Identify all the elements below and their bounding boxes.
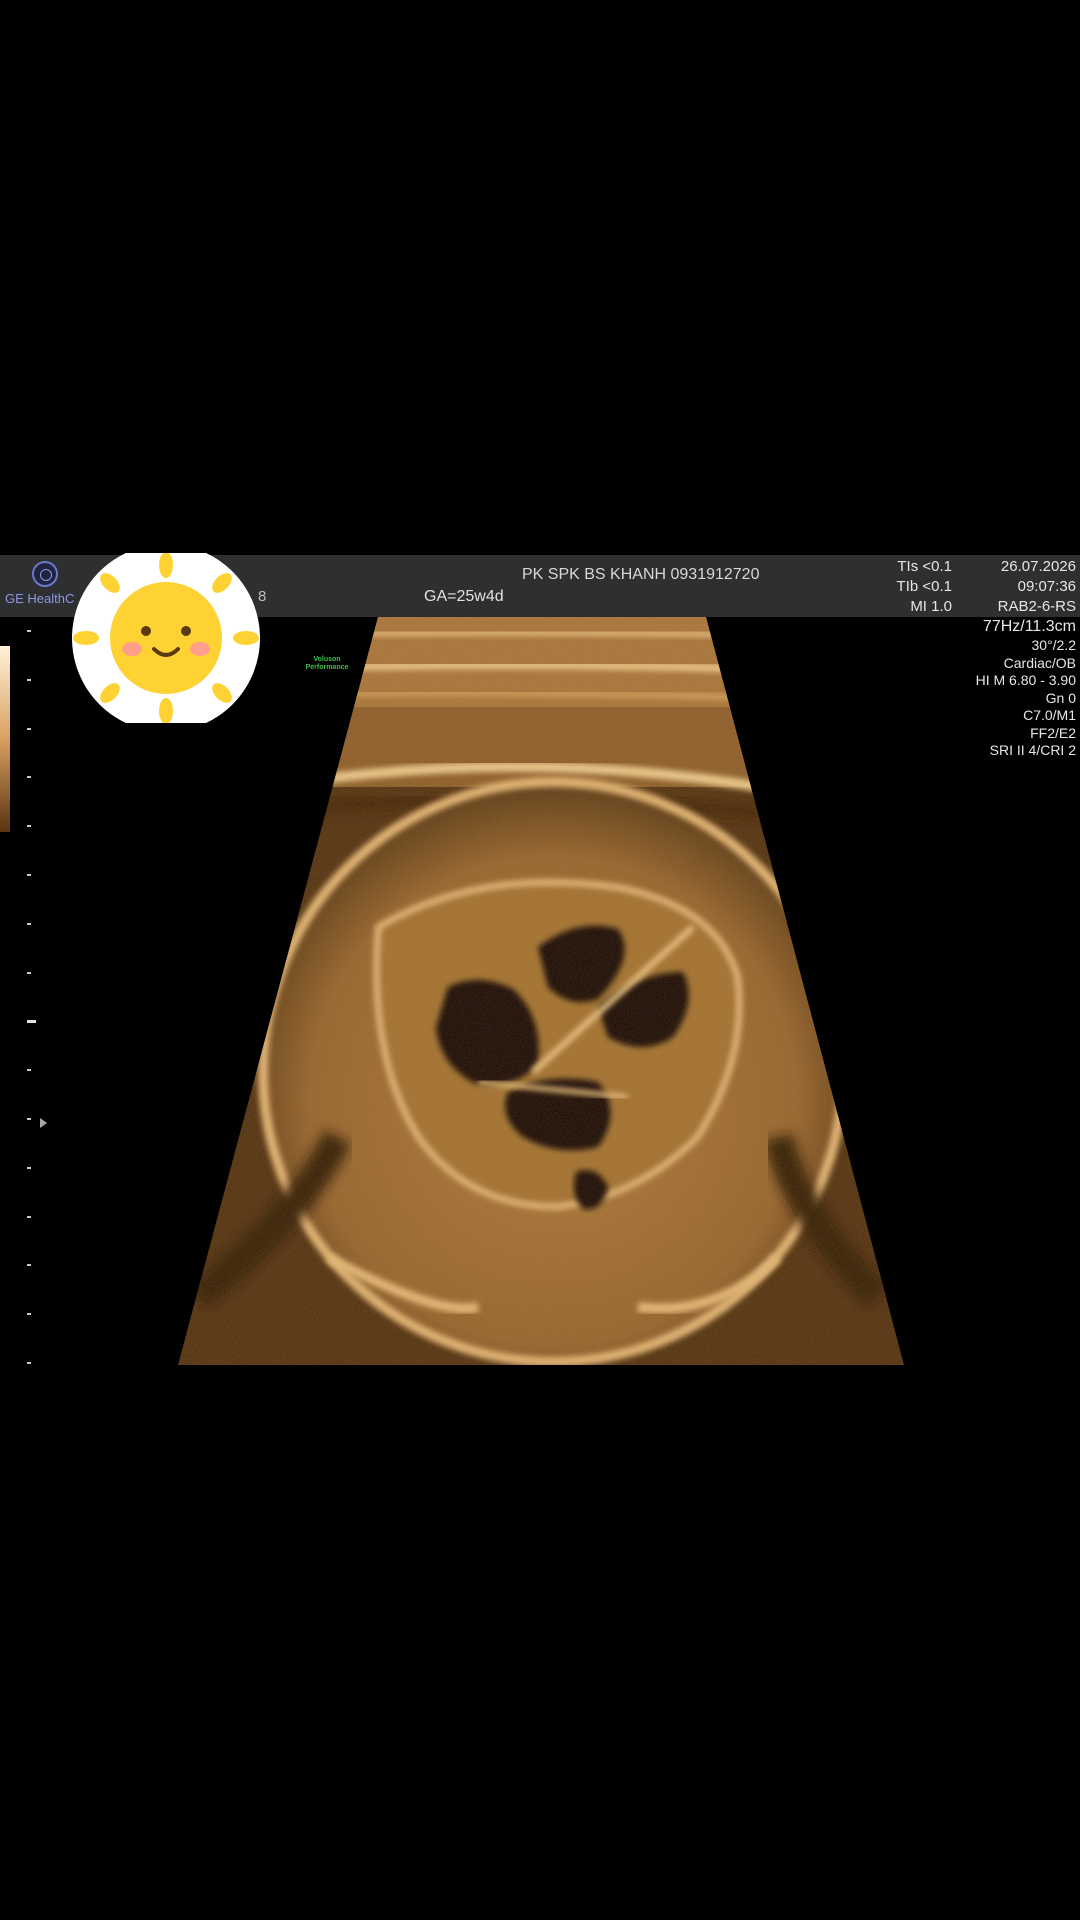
frame-rate: 77Hz/11.3cm	[982, 618, 1076, 635]
depth-tick	[27, 1215, 31, 1218]
angle-value: 30°/2.2	[1031, 637, 1076, 653]
depth-tick	[27, 630, 31, 632]
depth-tick	[27, 1069, 31, 1072]
time-value: 09:07:36	[1017, 578, 1076, 595]
ff-value: FF2/E2	[1030, 724, 1076, 741]
sun-face	[110, 582, 222, 694]
depth-tick	[27, 678, 31, 681]
date-value: 26.07.2026	[1000, 558, 1076, 575]
depth-tick	[27, 1020, 36, 1024]
depth-tick	[27, 1166, 31, 1169]
sun-sticker-icon	[72, 553, 260, 723]
focus-marker-icon	[40, 1118, 47, 1128]
depth-tick	[27, 776, 31, 779]
gain-value: Gn 0	[1045, 689, 1076, 706]
ultrasound-image	[178, 617, 904, 1365]
mi-value: MI 1.0	[910, 598, 952, 615]
depth-tick	[27, 727, 31, 730]
sector-content	[178, 617, 904, 1365]
depth-tick	[27, 1313, 31, 1316]
harmonic-value: HI M 6.80 - 3.90	[975, 672, 1076, 688]
depth-tick	[27, 922, 31, 925]
depth-tick	[27, 1118, 31, 1120]
probe-value: RAB2-6-RS	[997, 598, 1076, 615]
clinic-label: PK SPK BS KHANH 0931912720	[522, 566, 760, 583]
gestational-age: GA=25w4d	[424, 588, 504, 605]
ge-logo-icon	[32, 561, 58, 587]
depth-tick	[27, 1362, 31, 1364]
sri-value: SRI II 4/CRI 2	[989, 742, 1076, 758]
depth-tick	[27, 971, 31, 974]
exam-info: 26.07.2026 09:07:36 RAB2-6-RS	[998, 557, 1076, 617]
brand-text: GE HealthC	[5, 591, 75, 606]
grayscale-bar	[0, 646, 10, 832]
color-map-value: C7.0/M1	[1023, 707, 1076, 723]
depth-tick	[27, 1264, 31, 1267]
safety-indices: TIs <0.1 TIb <0.1 MI 1.0	[897, 557, 952, 617]
tis-value: TIs <0.1	[897, 558, 952, 575]
imaging-params: 77Hz/11.3cm 30°/2.2 Cardiac/OB HI M 6.80…	[976, 617, 1076, 760]
depth-tick	[27, 825, 31, 828]
tib-value: TIb <0.1	[896, 578, 952, 595]
preset-value: Cardiac/OB	[1003, 654, 1076, 671]
depth-tick	[27, 874, 31, 876]
